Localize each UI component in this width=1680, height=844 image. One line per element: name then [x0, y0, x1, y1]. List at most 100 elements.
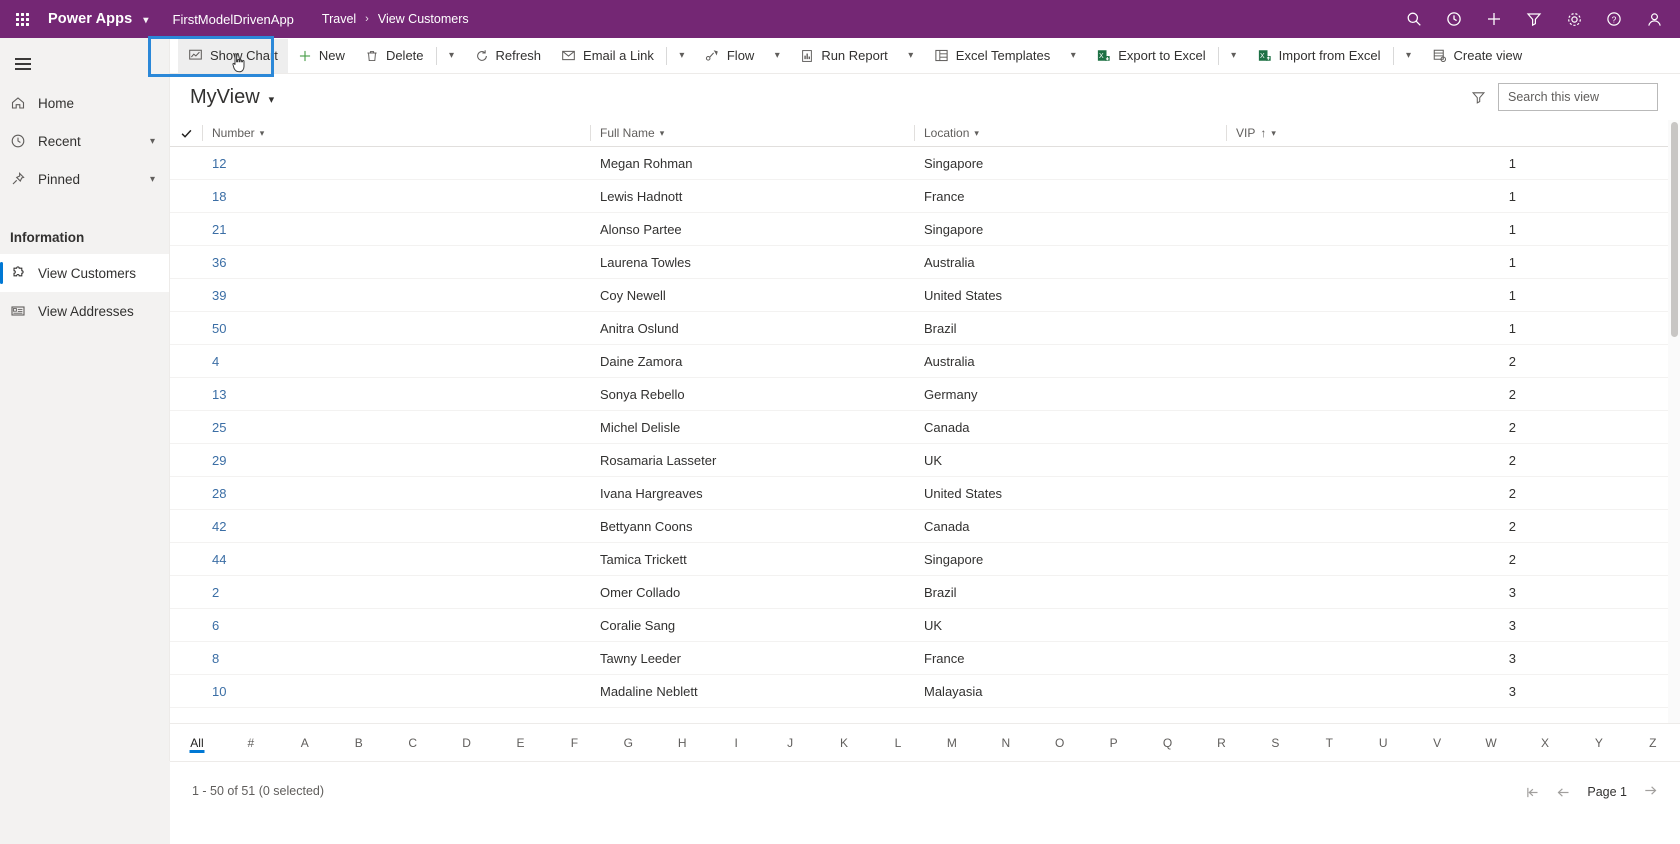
flow-caret[interactable]: ▾ — [764, 39, 790, 73]
table-row[interactable]: 36 Laurena Towles Australia 1 — [170, 246, 1680, 279]
alpha-filter-all[interactable]: All — [170, 724, 224, 762]
show-chart-button[interactable]: Show Chart — [178, 38, 288, 73]
table-row[interactable]: 18 Lewis Hadnott France 1 — [170, 180, 1680, 213]
cell-number[interactable]: 8 — [202, 651, 590, 666]
sidebar-item-recent[interactable]: Recent ▾ — [0, 122, 169, 160]
new-record-button[interactable] — [1474, 0, 1514, 38]
alpha-filter-p[interactable]: P — [1087, 724, 1141, 762]
cell-number[interactable]: 25 — [202, 420, 590, 435]
table-row[interactable]: 44 Tamica Trickett Singapore 2 — [170, 543, 1680, 576]
alpha-filter-b[interactable]: B — [332, 724, 386, 762]
email-a-link-button[interactable]: Email a Link — [551, 39, 664, 73]
sidebar-item-view-addresses[interactable]: View Addresses — [0, 292, 169, 330]
cell-number[interactable]: 50 — [202, 321, 590, 336]
alpha-filter-o[interactable]: O — [1033, 724, 1087, 762]
cell-number[interactable]: 39 — [202, 288, 590, 303]
cell-number[interactable]: 12 — [202, 156, 590, 171]
table-row[interactable]: 21 Alonso Partee Singapore 1 — [170, 213, 1680, 246]
new-button[interactable]: New — [288, 39, 355, 73]
alpha-filter-u[interactable]: U — [1356, 724, 1410, 762]
cell-number[interactable]: 42 — [202, 519, 590, 534]
column-header-number[interactable]: Number ▾ — [202, 120, 590, 147]
alpha-filter-m[interactable]: M — [925, 724, 979, 762]
alpha-filter-z[interactable]: Z — [1626, 724, 1680, 762]
cell-number[interactable]: 44 — [202, 552, 590, 567]
search-button[interactable] — [1394, 0, 1434, 38]
table-row[interactable]: 39 Coy Newell United States 1 — [170, 279, 1680, 312]
export-to-excel-caret[interactable]: ▾ — [1221, 39, 1247, 73]
breadcrumb-item-0[interactable]: Travel — [322, 12, 356, 26]
table-row[interactable]: 42 Bettyann Coons Canada 2 — [170, 510, 1680, 543]
email-overflow-caret[interactable]: ▾ — [669, 39, 695, 73]
alpha-filter-j[interactable]: J — [763, 724, 817, 762]
refresh-button[interactable]: Refresh — [465, 39, 552, 73]
table-row[interactable]: 6 Coralie Sang UK 3 — [170, 609, 1680, 642]
table-row[interactable]: 29 Rosamaria Lasseter UK 2 — [170, 444, 1680, 477]
alpha-filter-c[interactable]: C — [386, 724, 440, 762]
run-report-caret[interactable]: ▾ — [898, 39, 924, 73]
sidebar-item-home[interactable]: Home — [0, 84, 169, 122]
alpha-filter-h[interactable]: H — [655, 724, 709, 762]
alpha-filter-n[interactable]: N — [979, 724, 1033, 762]
alpha-filter-x[interactable]: X — [1518, 724, 1572, 762]
alpha-filter-e[interactable]: E — [494, 724, 548, 762]
app-launcher-button[interactable] — [0, 0, 44, 38]
sidebar-item-pinned[interactable]: Pinned ▾ — [0, 160, 169, 198]
cell-number[interactable]: 13 — [202, 387, 590, 402]
column-header-location[interactable]: Location ▾ — [914, 120, 1226, 147]
cell-number[interactable]: 21 — [202, 222, 590, 237]
alpha-filter-hash[interactable]: # — [224, 724, 278, 762]
filter-button[interactable] — [1514, 0, 1554, 38]
breadcrumb-item-1[interactable]: View Customers — [378, 12, 469, 26]
table-row[interactable]: 50 Anitra Oslund Brazil 1 — [170, 312, 1680, 345]
column-header-vip[interactable]: VIP ↑ ▾ — [1226, 120, 1556, 147]
cell-number[interactable]: 2 — [202, 585, 590, 600]
alpha-filter-i[interactable]: I — [709, 724, 763, 762]
alpha-filter-w[interactable]: W — [1464, 724, 1518, 762]
cell-number[interactable]: 36 — [202, 255, 590, 270]
alpha-filter-l[interactable]: L — [871, 724, 925, 762]
recent-activity-button[interactable] — [1434, 0, 1474, 38]
alpha-filter-v[interactable]: V — [1410, 724, 1464, 762]
select-all-checkbox[interactable] — [170, 120, 202, 147]
table-row[interactable]: 8 Tawny Leeder France 3 — [170, 642, 1680, 675]
delete-button[interactable]: Delete — [355, 39, 434, 73]
table-row[interactable]: 4 Daine Zamora Australia 2 — [170, 345, 1680, 378]
account-button[interactable] — [1634, 0, 1674, 38]
export-to-excel-button[interactable]: X Export to Excel — [1086, 39, 1215, 73]
column-header-full-name[interactable]: Full Name ▾ — [590, 120, 914, 147]
cell-number[interactable]: 6 — [202, 618, 590, 633]
alpha-filter-f[interactable]: F — [547, 724, 601, 762]
table-row[interactable]: 2 Omer Collado Brazil 3 — [170, 576, 1680, 609]
search-this-view-box[interactable] — [1498, 83, 1669, 111]
cell-number[interactable]: 4 — [202, 354, 590, 369]
import-from-excel-caret[interactable]: ▾ — [1396, 39, 1422, 73]
delete-overflow-caret[interactable]: ▾ — [439, 39, 465, 73]
cell-number[interactable]: 28 — [202, 486, 590, 501]
alpha-filter-g[interactable]: G — [601, 724, 655, 762]
alpha-filter-k[interactable]: K — [817, 724, 871, 762]
cell-number[interactable]: 29 — [202, 453, 590, 468]
view-selector[interactable]: MyView ▾ — [190, 86, 274, 109]
alpha-filter-y[interactable]: Y — [1572, 724, 1626, 762]
alpha-filter-t[interactable]: T — [1302, 724, 1356, 762]
sitemap-toggle-button[interactable] — [0, 44, 46, 84]
table-row[interactable]: 10 Madaline Neblett Malayasia 3 — [170, 675, 1680, 708]
search-input[interactable] — [1508, 90, 1669, 104]
first-page-button[interactable] — [1525, 786, 1540, 799]
excel-templates-caret[interactable]: ▾ — [1060, 39, 1086, 73]
brand-powerapps[interactable]: Power Apps ▾ — [44, 11, 149, 27]
alpha-filter-q[interactable]: Q — [1141, 724, 1195, 762]
previous-page-button[interactable] — [1556, 786, 1571, 799]
alpha-filter-d[interactable]: D — [440, 724, 494, 762]
flow-button[interactable]: Flow — [695, 39, 764, 73]
next-page-button[interactable] — [1643, 784, 1658, 800]
table-row[interactable]: 25 Michel Delisle Canada 2 — [170, 411, 1680, 444]
table-row[interactable]: 13 Sonya Rebello Germany 2 — [170, 378, 1680, 411]
excel-templates-button[interactable]: Excel Templates — [924, 39, 1060, 73]
app-name[interactable]: FirstModelDrivenApp — [173, 12, 294, 27]
scrollbar-thumb[interactable] — [1671, 122, 1678, 337]
grid-vertical-scrollbar[interactable] — [1668, 120, 1680, 723]
run-report-button[interactable]: Run Report — [790, 39, 897, 73]
help-button[interactable]: ? — [1594, 0, 1634, 38]
